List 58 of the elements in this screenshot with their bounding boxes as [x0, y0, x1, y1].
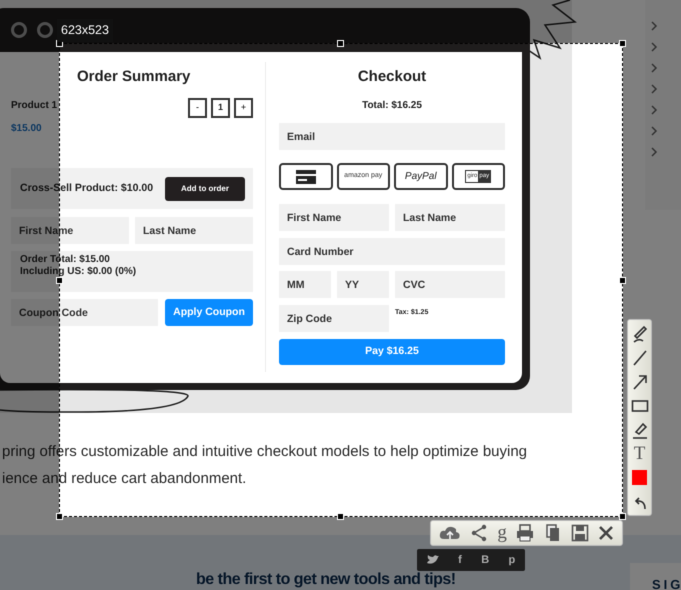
chevron-icon[interactable] [650, 41, 658, 53]
email-field[interactable]: Email [279, 123, 505, 150]
product-price: $15.00 [11, 122, 43, 136]
section-title: Order Summary [77, 67, 192, 86]
save-icon[interactable] [570, 524, 589, 542]
pencil-icon[interactable] [630, 324, 648, 344]
payment-method-button[interactable]: PayPal [394, 163, 448, 190]
facebook-share-link[interactable]: f [458, 552, 462, 568]
zip-code-field[interactable]: Zip Code [279, 305, 389, 332]
newsletter-heading: be the first to get new tools and tips! [196, 571, 456, 588]
pinterest-share-link[interactable]: p [508, 552, 516, 568]
blogger-share-link[interactable]: B [481, 552, 490, 568]
copy-icon[interactable] [544, 524, 562, 542]
resize-handle[interactable] [619, 277, 626, 284]
coupon-field[interactable]: Coupon Code [11, 299, 158, 326]
minus-button[interactable]: - [188, 98, 207, 118]
quantity-field[interactable]: 1 [211, 98, 230, 118]
name-field[interactable]: First Name [11, 217, 129, 244]
color-swatch[interactable] [632, 470, 647, 485]
resize-handle[interactable] [56, 513, 63, 520]
product-name: Product 1 [11, 99, 58, 113]
line-icon[interactable] [630, 348, 648, 368]
plus-button[interactable]: + [234, 98, 253, 118]
arrow-icon[interactable] [630, 372, 648, 392]
name-field[interactable]: First Name [279, 204, 389, 231]
resize-handle[interactable] [56, 277, 63, 284]
marker-icon[interactable] [630, 420, 648, 440]
circle-icon [11, 22, 27, 38]
text-tool[interactable]: T [634, 444, 646, 464]
chevron-icon[interactable] [650, 62, 658, 74]
resize-handle[interactable] [619, 513, 626, 520]
cloud-upload-icon[interactable] [438, 524, 461, 542]
resize-handle[interactable] [337, 513, 344, 520]
print-icon[interactable] [516, 524, 534, 542]
chevron-icon[interactable] [650, 125, 658, 137]
payment-method-button[interactable] [279, 163, 332, 190]
chevron-icon[interactable] [650, 104, 658, 116]
resize-handle[interactable] [619, 40, 626, 47]
circle-icon [37, 22, 53, 38]
card-field[interactable]: YY [337, 271, 389, 298]
chevron-icon[interactable] [650, 83, 658, 95]
share-icon[interactable] [470, 524, 488, 542]
bird-icon[interactable] [426, 555, 439, 565]
card-number-field[interactable]: Card Number [279, 238, 505, 265]
google-tool[interactable]: g [497, 523, 507, 543]
chevron-icon[interactable] [650, 20, 658, 32]
credit-card-icon [296, 170, 316, 184]
section-title: Checkout [356, 67, 428, 86]
signup-card: SIG [630, 563, 681, 590]
add-to-order-button[interactable]: Add to order [165, 176, 245, 200]
close-icon[interactable] [598, 525, 614, 541]
total-text: Total: $16.25 [361, 99, 423, 113]
resize-handle[interactable] [337, 40, 344, 47]
name-field[interactable]: Last Name [135, 217, 253, 244]
chevron-icon[interactable] [650, 146, 658, 158]
card-field[interactable]: MM [279, 271, 331, 298]
name-field[interactable]: Last Name [395, 204, 505, 231]
card-field[interactable]: CVC [395, 271, 505, 298]
